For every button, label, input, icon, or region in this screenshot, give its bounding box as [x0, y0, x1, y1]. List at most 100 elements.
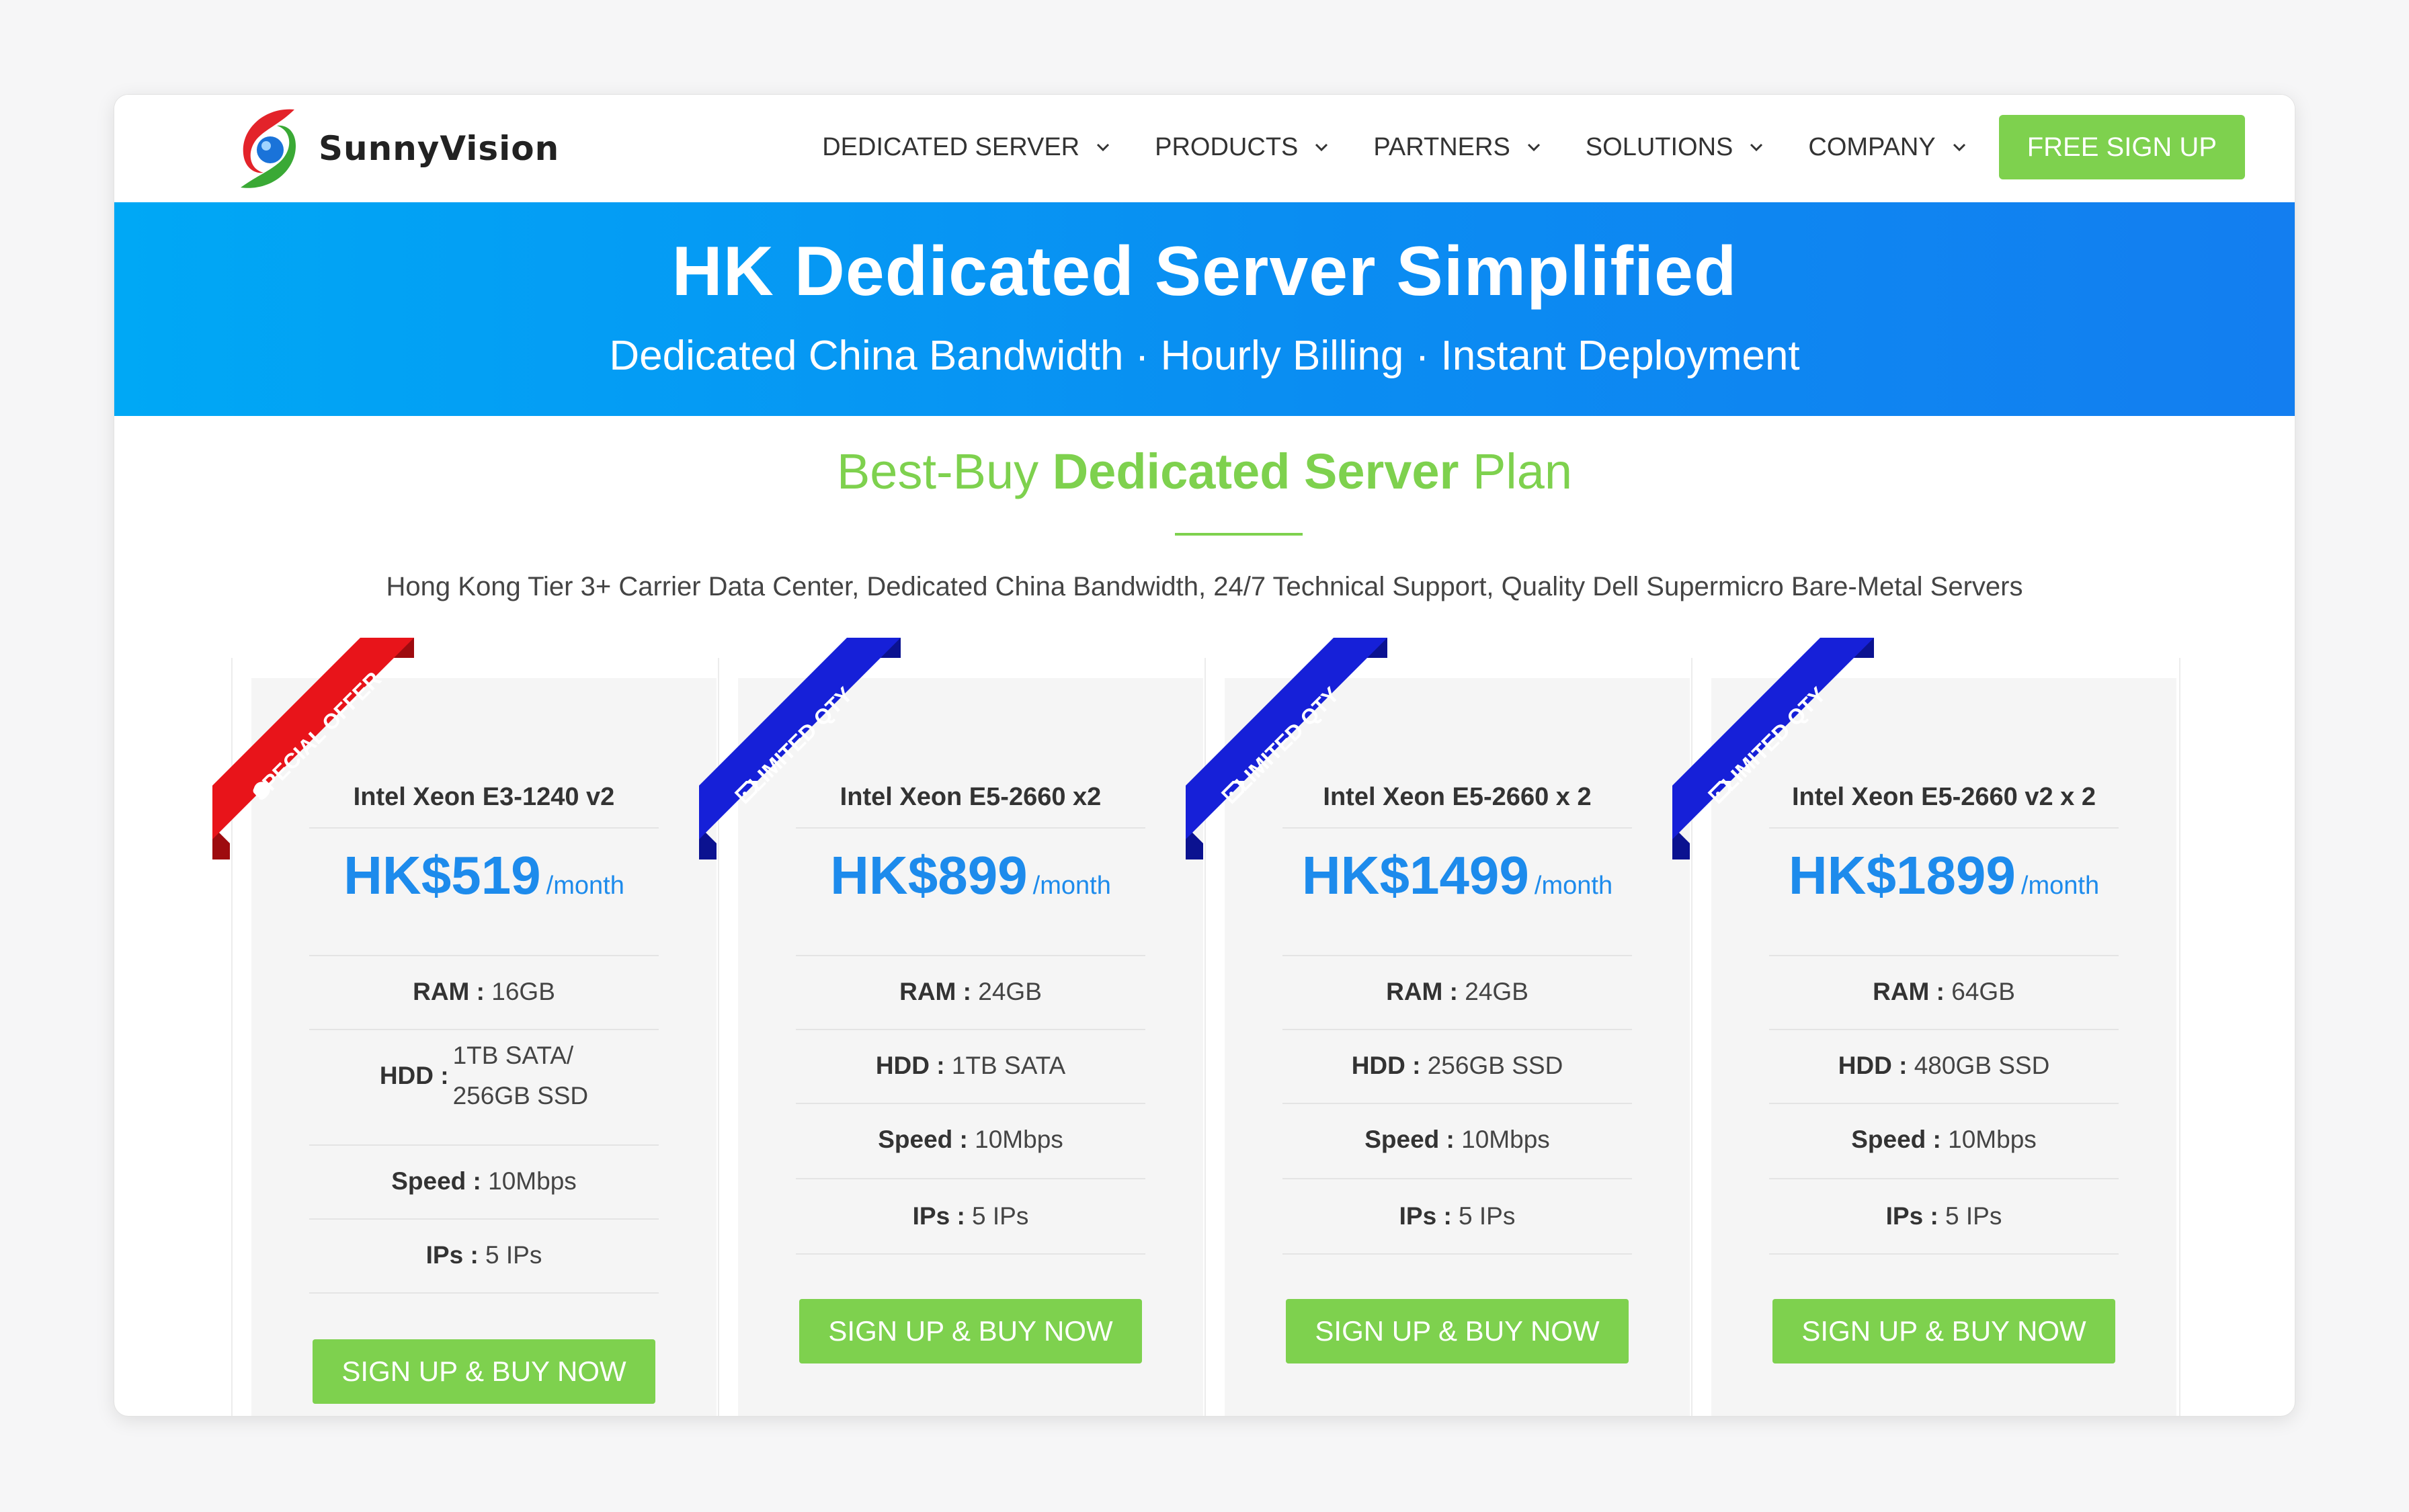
price-period: /month [2020, 872, 2100, 900]
divider [1769, 1178, 2119, 1179]
spec-value: 5 IPs [1945, 1202, 2002, 1230]
spec-value: 10Mbps [1461, 1126, 1550, 1153]
spec-label: HDD : [379, 1062, 449, 1089]
plan-card: Intel Xeon E3-1240 v2 HK$519/month RAM :… [251, 678, 717, 1416]
divider [1282, 1029, 1632, 1030]
site-header: SunnyVision DEDICATED SERVER PRODUCTS PA… [114, 95, 2295, 202]
spec-hdd: HDD : 480GB SSD [1711, 1052, 2176, 1080]
spec-ram: RAM : 24GB [738, 978, 1203, 1006]
plan-name: Intel Xeon E3-1240 v2 [353, 783, 615, 811]
spec-label: HDD : [875, 1052, 945, 1079]
divider [1769, 827, 2119, 829]
spec-ram: RAM : 64GB [1711, 978, 2176, 1006]
spec-label: IPs : [425, 1241, 479, 1269]
sign-up-buy-now-button[interactable]: SIGN UP & BUY NOW [313, 1339, 655, 1404]
divider [1282, 955, 1632, 956]
divider [309, 1292, 659, 1294]
chevron-down-icon [1750, 143, 1763, 152]
price-period: /month [1534, 872, 1613, 900]
divider [796, 955, 1145, 956]
logo[interactable]: SunnyVision [229, 101, 559, 196]
spec-value: 16GB [491, 978, 555, 1005]
divider [309, 1029, 659, 1030]
chevron-down-icon [1315, 143, 1328, 152]
spec-value: 1TB SATA/256GB SSD [453, 1036, 589, 1116]
divider [309, 827, 659, 829]
spec-value: 64GB [1951, 978, 2015, 1005]
sign-up-buy-now-button[interactable]: SIGN UP & BUY NOW [1286, 1299, 1629, 1363]
plan-column: Intel Xeon E3-1240 v2 HK$519/month RAM :… [212, 638, 719, 1416]
plan-price: HK$1499/month [1225, 845, 1690, 907]
divider [796, 1103, 1145, 1104]
spec-label: HDD : [1838, 1052, 1908, 1079]
plan-card: Intel Xeon E5-2660 x2 HK$899/month RAM :… [738, 678, 1203, 1416]
spec-value: 5 IPs [485, 1241, 542, 1269]
divider [1282, 827, 1632, 829]
free-sign-up-button[interactable]: FREE SIGN UP [1998, 115, 2245, 179]
hero-banner: HK Dedicated Server Simplified Dedicated… [114, 202, 2295, 416]
plan-name: Intel Xeon E5-2660 v2 x 2 [1791, 783, 2096, 811]
nav-label: PARTNERS [1373, 132, 1510, 161]
divider [796, 1029, 1145, 1030]
spec-ips: IPs : 5 IPs [738, 1202, 1203, 1230]
nav-label: DEDICATED SERVER [822, 132, 1080, 161]
divider [309, 955, 659, 956]
spec-ram: RAM : 24GB [1225, 978, 1690, 1006]
spec-ips: IPs : 5 IPs [251, 1241, 717, 1269]
spec-value: 10Mbps [1948, 1126, 2037, 1153]
spec-label: RAM : [1873, 978, 1945, 1005]
title-divider [1175, 533, 1303, 536]
divider [796, 827, 1145, 829]
divider [1282, 1253, 1632, 1255]
divider [796, 1253, 1145, 1255]
nav-solutions[interactable]: SOLUTIONS [1586, 133, 1766, 162]
sign-up-buy-now-button[interactable]: SIGN UP & BUY NOW [799, 1299, 1142, 1363]
section-title-pre: Best-Buy [836, 444, 1053, 499]
spec-label: IPs : [1399, 1202, 1452, 1230]
spec-value: 5 IPs [1459, 1202, 1516, 1230]
spec-speed: Speed : 10Mbps [1225, 1126, 1690, 1154]
divider [1769, 1029, 2119, 1030]
spec-label: HDD : [1351, 1052, 1421, 1079]
spec-label: IPs : [1885, 1202, 1938, 1230]
spec-hdd: HDD : 256GB SSD [1225, 1052, 1690, 1080]
spec-value: 480GB SSD [1914, 1052, 2050, 1079]
plan-name: Intel Xeon E5-2660 x2 [840, 783, 1102, 811]
spec-label: Speed : [1364, 1126, 1455, 1153]
section-description: Hong Kong Tier 3+ Carrier Data Center, D… [386, 572, 2023, 601]
spec-speed: Speed : 10Mbps [251, 1167, 717, 1195]
main-nav: DEDICATED SERVER PRODUCTS PARTNERS SOLUT… [779, 114, 2245, 181]
nav-company[interactable]: COMPANY [1808, 133, 1967, 162]
nav-partners[interactable]: PARTNERS [1373, 133, 1542, 162]
spec-speed: Speed : 10Mbps [738, 1126, 1203, 1154]
price-amount: HK$899 [830, 845, 1028, 905]
plan-price: HK$899/month [738, 845, 1203, 907]
spec-value: 1TB SATA [951, 1052, 1066, 1079]
logo-text: SunnyVision [319, 129, 560, 168]
spec-label: RAM : [899, 978, 971, 1005]
plan-card: Intel Xeon E5-2660 v2 x 2 HK$1899/month … [1711, 678, 2176, 1416]
price-period: /month [1032, 872, 1111, 900]
plan-card: Intel Xeon E5-2660 x 2 HK$1499/month RAM… [1225, 678, 1690, 1416]
sign-up-buy-now-button[interactable]: SIGN UP & BUY NOW [1772, 1299, 2115, 1363]
spec-label: Speed : [391, 1167, 481, 1195]
plan-column: Intel Xeon E5-2660 v2 x 2 HK$1899/month … [1672, 638, 2180, 1416]
chevron-down-icon [1097, 143, 1110, 152]
spec-value-line: 1TB SATA/ [452, 1042, 574, 1069]
plan-list: Intel Xeon E3-1240 v2 HK$519/month RAM :… [212, 638, 2180, 1416]
divider [309, 1144, 659, 1146]
chevron-down-icon [1953, 143, 1965, 152]
spec-value: 10Mbps [488, 1167, 577, 1195]
divider [1769, 955, 2119, 956]
spec-value: 256GB SSD [1427, 1052, 1563, 1079]
nav-products[interactable]: PRODUCTS [1155, 133, 1330, 162]
section-title-bold: Dedicated Server [1052, 444, 1459, 499]
divider [1769, 1253, 2119, 1255]
divider [1282, 1103, 1632, 1104]
hero-title: HK Dedicated Server Simplified [671, 233, 1738, 310]
spec-value: 24GB [1465, 978, 1528, 1005]
nav-dedicated-server[interactable]: DEDICATED SERVER [822, 133, 1112, 162]
spec-hdd: HDD : 1TB SATA [738, 1052, 1203, 1080]
spec-ips: IPs : 5 IPs [1711, 1202, 2176, 1230]
divider [1769, 1103, 2119, 1104]
